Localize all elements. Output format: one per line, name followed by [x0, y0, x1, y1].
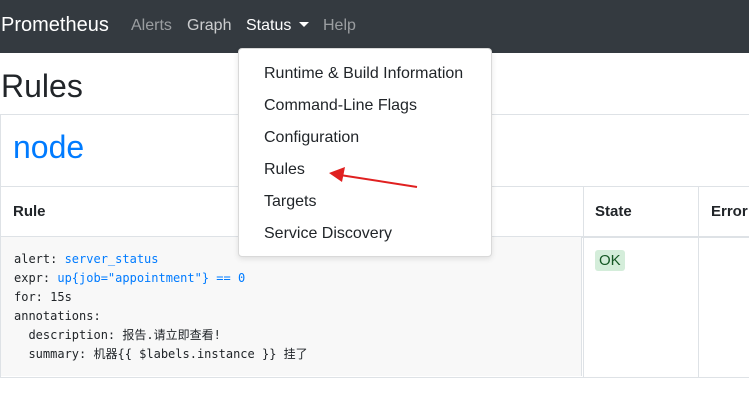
red-arrow-icon	[329, 167, 418, 188]
